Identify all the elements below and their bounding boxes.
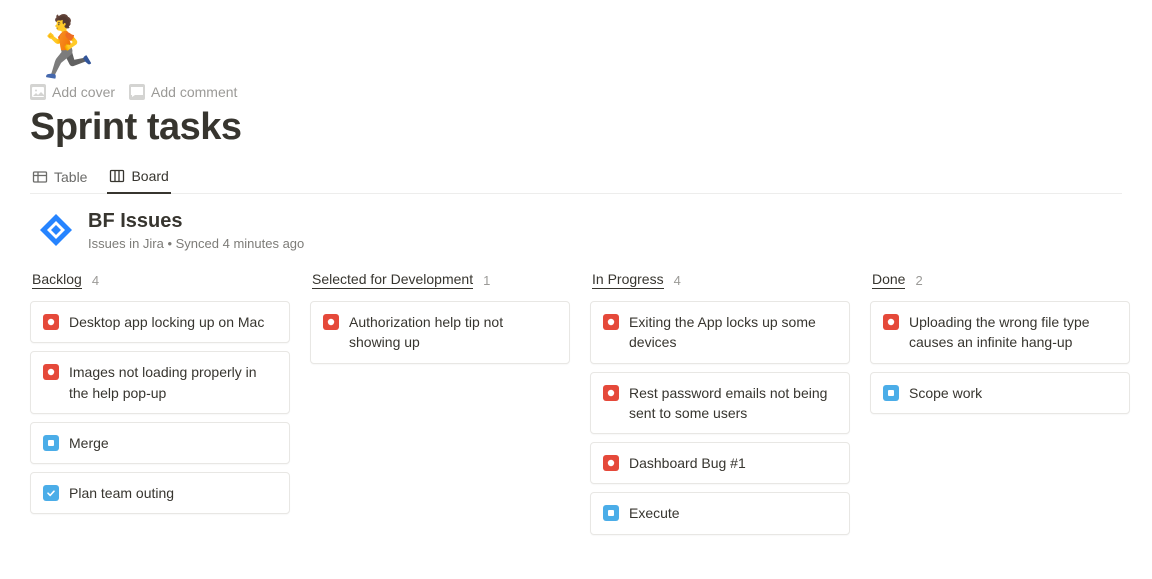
column-name: Done (872, 271, 905, 289)
database-subtitle: Issues in Jira • Synced 4 minutes ago (88, 236, 304, 251)
card-title: Exiting the App locks up some devices (629, 312, 837, 353)
board-card[interactable]: Desktop app locking up on Mac (30, 301, 290, 343)
tab-table[interactable]: Table (30, 168, 89, 194)
view-tabs: Table Board (30, 167, 1122, 194)
check-icon (43, 485, 59, 501)
board-card[interactable]: Images not loading properly in the help … (30, 351, 290, 414)
image-icon (30, 84, 46, 100)
jira-icon (38, 212, 74, 248)
bug-icon (603, 455, 619, 471)
card-title: Execute (629, 503, 837, 523)
tab-board[interactable]: Board (107, 168, 170, 194)
bug-icon (883, 314, 899, 330)
board-card[interactable]: Execute (590, 492, 850, 534)
column-count: 4 (92, 273, 99, 288)
card-title: Authorization help tip not showing up (349, 312, 557, 353)
card-title: Desktop app locking up on Mac (69, 312, 277, 332)
column-header[interactable]: Done 2 (870, 271, 1130, 289)
add-cover-button[interactable]: Add cover (30, 84, 115, 100)
bug-icon (43, 314, 59, 330)
bug-icon (603, 385, 619, 401)
card-title: Rest password emails not being sent to s… (629, 383, 837, 424)
board-card[interactable]: Plan team outing (30, 472, 290, 514)
page-emoji[interactable]: 🏃 (28, 18, 1122, 78)
column-header[interactable]: Backlog 4 (30, 271, 290, 289)
column-name: Selected for Development (312, 271, 473, 289)
task-icon (883, 385, 899, 401)
add-comment-button[interactable]: Add comment (129, 84, 237, 100)
board-card[interactable]: Merge (30, 422, 290, 464)
board-card[interactable]: Scope work (870, 372, 1130, 414)
column-header[interactable]: In Progress 4 (590, 271, 850, 289)
board-card[interactable]: Authorization help tip not showing up (310, 301, 570, 364)
column-name: Backlog (32, 271, 82, 289)
card-title: Scope work (909, 383, 1117, 403)
column-name: In Progress (592, 271, 664, 289)
board-column: Selected for Development 1 Authorization h… (310, 271, 570, 372)
database-title[interactable]: BF Issues (88, 208, 304, 234)
board-card[interactable]: Uploading the wrong file type causes an … (870, 301, 1130, 364)
board-card[interactable]: Rest password emails not being sent to s… (590, 372, 850, 435)
task-icon (43, 435, 59, 451)
table-icon (32, 169, 48, 185)
column-count: 1 (483, 273, 490, 288)
board-column: Done 2 Uploading the wrong file type cause… (870, 271, 1130, 422)
bug-icon (323, 314, 339, 330)
card-title: Merge (69, 433, 277, 453)
board: Backlog 4 Desktop app locking up on Mac Ima… (30, 271, 1122, 543)
card-title: Uploading the wrong file type causes an … (909, 312, 1117, 353)
bug-icon (603, 314, 619, 330)
comment-icon (129, 84, 145, 100)
card-title: Plan team outing (69, 483, 277, 503)
column-count: 2 (915, 273, 922, 288)
board-icon (109, 168, 125, 184)
board-card[interactable]: Dashboard Bug #1 (590, 442, 850, 484)
board-column: In Progress 4 Exiting the App locks up som… (590, 271, 850, 543)
column-header[interactable]: Selected for Development 1 (310, 271, 570, 289)
column-count: 4 (674, 273, 681, 288)
tab-table-label: Table (54, 169, 87, 185)
page-title: Sprint tasks (30, 106, 1122, 149)
board-card[interactable]: Exiting the App locks up some devices (590, 301, 850, 364)
add-cover-label: Add cover (52, 84, 115, 100)
task-icon (603, 505, 619, 521)
bug-icon (43, 364, 59, 380)
board-column: Backlog 4 Desktop app locking up on Mac Ima… (30, 271, 290, 522)
card-title: Dashboard Bug #1 (629, 453, 837, 473)
card-title: Images not loading properly in the help … (69, 362, 277, 403)
tab-board-label: Board (131, 168, 168, 184)
add-comment-label: Add comment (151, 84, 237, 100)
database-header: BF Issues Issues in Jira • Synced 4 minu… (30, 208, 1122, 251)
